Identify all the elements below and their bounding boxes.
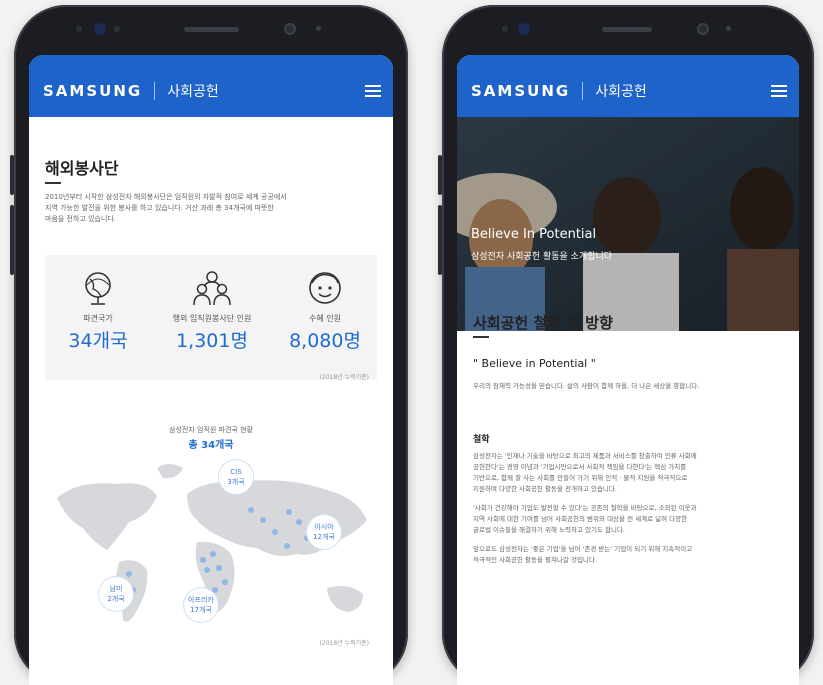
sensor-icon <box>76 26 82 32</box>
smiley-face-icon <box>270 267 380 309</box>
map-caption: 삼성전자 임직원 파견국 현황 <box>169 426 253 434</box>
hero-subtitle: 삼성전자 사회공헌 활동을 소개합니다 <box>471 252 613 262</box>
volume-button <box>10 155 14 195</box>
sensor-icon <box>316 26 321 31</box>
app-title[interactable]: 사회공헌 <box>167 81 219 101</box>
status-strip <box>457 55 799 65</box>
paragraph-line: 공헌한다'는 경영 이념과 '기업시민으로서 사회적 책임을 다한다'는 핵심 … <box>473 463 687 471</box>
stat-value: 8,080명 <box>289 330 361 352</box>
map-total: 총 34개국 <box>188 440 234 451</box>
title-underline <box>473 336 489 338</box>
quote-description: 우리의 잠재력 가능성을 믿습니다. 삶의 사람이 함께 하을, 더 나은 세상… <box>473 382 700 390</box>
stat-label: 파견국가 <box>83 314 113 323</box>
paragraph-line: 지역 사회에 대한 기여를 넘어 사회공헌의 범위와 대상을 전 세계로 넓혀 … <box>473 515 688 523</box>
title-underline <box>45 182 61 184</box>
paragraph-line: '사회가 건강해야 기업도 발전할 수 있다'는 공존의 철학을 바탕으로, 소… <box>473 504 697 512</box>
stat-value: 34개국 <box>68 330 128 352</box>
paragraph-line: 글로벌 이슈들을 해결하기 위해 노력하고 있기도 합니다. <box>473 526 626 534</box>
intro-line-1: 2010년부터 시작한 삼성전자 해외봉사단은 임직원의 자발적 참여로 세계 … <box>45 193 287 201</box>
paragraph-line: 앞으로도 삼성전자는 '좋은 기업'을 넘어 '존경 받는' 기업이 되기 위해… <box>473 545 693 553</box>
region-count: 17개국 <box>190 606 212 614</box>
volume-button <box>10 205 14 275</box>
screen-right: SAMSUNG 사회공헌 Believe In Potential 삼성전자 사… <box>457 55 799 685</box>
region-count: 3개국 <box>227 478 245 486</box>
group-icon <box>157 267 267 309</box>
speaker-grille <box>184 27 239 32</box>
samsung-logo[interactable]: SAMSUNG <box>471 82 570 100</box>
paragraph-line: 지원하며 다양한 사회공헌 활동을 전개하고 있습니다. <box>473 485 617 493</box>
header-divider <box>582 82 584 100</box>
quote-title: " Believe in Potential " <box>473 357 596 370</box>
device-top <box>442 5 814 57</box>
stage: SAMSUNG 사회공헌 해외봉사단 2010년부터 시작한 삼성전자 해외봉사… <box>0 0 823 685</box>
section-title: 사회공헌 철학 및 방향 <box>473 314 613 332</box>
hero-photo <box>457 117 799 331</box>
front-camera-icon <box>284 23 296 35</box>
region-name: 아시아 <box>314 523 334 531</box>
region-bubble-south-america[interactable]: 남미 2개국 <box>99 577 133 611</box>
stat-label: 수혜 인원 <box>309 314 341 323</box>
hero-banner: Believe In Potential 삼성전자 사회공헌 활동을 소개합니다 <box>457 117 799 331</box>
region-name: 남미 <box>109 585 123 593</box>
camera-icon <box>518 23 530 35</box>
region-count: 2개국 <box>107 595 125 603</box>
paragraph-line: 기반으로, 함께 잘 사는 사회를 만들어 가기 위해 인적 · 물적 지원을 … <box>473 474 688 482</box>
stat-value: 1,301명 <box>176 330 248 352</box>
status-strip <box>29 55 393 65</box>
screen-left: SAMSUNG 사회공헌 해외봉사단 2010년부터 시작한 삼성전자 해외봉사… <box>29 55 393 685</box>
region-bubble-africa[interactable]: 아프리카 17개국 <box>184 588 218 622</box>
intro-line-3: 마음을 전하고 있습니다. <box>45 215 117 223</box>
intro-line-2: 지역 가능한 발전을 위한 봉사를 하고 있습니다. 거산 과래 총 34개국에… <box>45 204 274 212</box>
region-bubble-asia[interactable]: 아시아 12개국 <box>307 515 341 549</box>
sensor-icon <box>114 26 120 32</box>
camera-icon <box>94 23 106 35</box>
volume-button <box>438 205 442 275</box>
hamburger-menu-icon[interactable] <box>365 85 381 97</box>
device-top <box>14 5 408 57</box>
region-name: 아프리카 <box>188 596 214 604</box>
hamburger-menu-icon[interactable] <box>771 85 787 97</box>
volume-button <box>438 155 442 195</box>
samsung-logo[interactable]: SAMSUNG <box>43 82 142 100</box>
stats-panel: 파견국가 34개국 행외 임직원봉사단 인원 1,301명 수혜 인원 8,08… <box>45 255 377 380</box>
paragraph-line: 적극적인 사회공헌 활동을 펼쳐나갈 것입니다. <box>473 556 597 564</box>
section-title: 해외봉사단 <box>45 159 119 178</box>
hero-title: Believe In Potential <box>471 227 597 242</box>
globe-icon <box>43 267 153 309</box>
sensor-icon <box>502 26 508 32</box>
sensor-icon <box>726 26 731 31</box>
app-header: SAMSUNG 사회공헌 <box>457 65 799 117</box>
region-bubble-cis[interactable]: CIS 3개국 <box>219 460 253 494</box>
world-map <box>57 464 367 622</box>
stat-beneficiaries: 수혜 인원 8,080명 <box>270 267 380 353</box>
header-divider <box>154 82 156 100</box>
front-camera-icon <box>697 23 709 35</box>
stats-note: (2018년 누적기준) <box>319 374 369 381</box>
subsection-title: 철학 <box>473 435 490 445</box>
app-title[interactable]: 사회공헌 <box>595 81 647 101</box>
stat-volunteers: 행외 임직원봉사단 인원 1,301명 <box>157 267 267 353</box>
stat-countries: 파견국가 34개국 <box>43 267 153 353</box>
phone-right: SAMSUNG 사회공헌 Believe In Potential 삼성전자 사… <box>438 5 814 685</box>
stat-label: 행외 임직원봉사단 인원 <box>172 314 252 323</box>
phone-left: SAMSUNG 사회공헌 해외봉사단 2010년부터 시작한 삼성전자 해외봉사… <box>10 5 408 685</box>
speaker-grille <box>602 27 652 32</box>
region-name: CIS <box>230 468 242 476</box>
app-header: SAMSUNG 사회공헌 <box>29 65 393 117</box>
paragraph-line: 삼성전자는 '인재나 기술을 바탕으로 최고의 제품과 서비스를 창출하여 인류… <box>473 452 697 460</box>
region-count: 12개국 <box>313 533 335 541</box>
